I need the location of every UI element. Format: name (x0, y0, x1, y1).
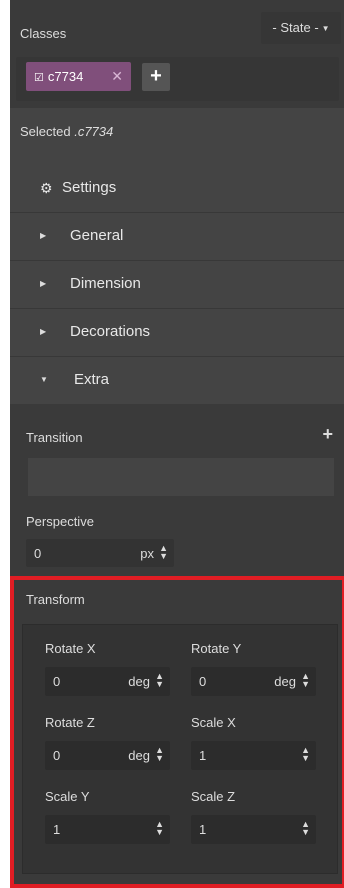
classes-title: Classes (20, 26, 67, 41)
rotate-x-unit[interactable]: deg (128, 674, 150, 689)
rotate-z-input[interactable]: 0 deg ▲ ▼ (45, 741, 170, 770)
scale-x-label: Scale X (191, 715, 236, 730)
scale-z-input[interactable]: 1 ▲ ▼ (191, 815, 316, 844)
selected-prefix: Selected (20, 124, 75, 139)
stepper-icon[interactable]: ▲ ▼ (301, 746, 310, 763)
rotate-x-value: 0 (53, 674, 61, 689)
transform-label: Transform (26, 592, 85, 607)
class-tag-label: c7734 (47, 69, 84, 84)
perspective-value: 0 (34, 546, 42, 561)
selected-name: .c7734 (74, 124, 114, 139)
stepper-icon[interactable]: ▲ ▼ (301, 672, 310, 689)
sector-decorations-label: Decorations (70, 323, 151, 340)
rotate-z-label: Rotate Z (45, 715, 95, 730)
stepper-icon[interactable]: ▲ ▼ (159, 544, 168, 561)
sector-extra-label: Extra (74, 371, 110, 388)
transform-layer: Rotate X 0 deg ▲ ▼ Rotate Y 0 deg ▲ ▼ Rota… (22, 624, 338, 874)
rotate-x-label: Rotate X (45, 641, 96, 656)
style-manager-panel: Classes - State - ▼ ☑ c7734 ✕ + Selected .… (10, 0, 344, 888)
classes-section: Classes - State - ▼ ☑ c7734 ✕ + (10, 0, 344, 108)
scale-z-label: Scale Z (191, 789, 236, 804)
scale-y-value: 1 (53, 822, 61, 837)
scale-x-value: 1 (199, 748, 207, 763)
add-class-button[interactable]: + (142, 63, 170, 91)
page-root: Classes - State - ▼ ☑ c7734 ✕ + Selected .… (0, 0, 344, 888)
arrow-right-icon: ▶ (40, 279, 47, 288)
scale-y-label: Scale Y (45, 789, 90, 804)
transform-property: Transform Rotate X 0 deg ▲ ▼ Rotate Y 0 d… (10, 576, 344, 888)
perspective-unit[interactable]: px (140, 546, 154, 561)
stepper-icon[interactable]: ▲ ▼ (155, 672, 164, 689)
sector-dimension[interactable]: ▶ Dimension (10, 260, 344, 306)
perspective-input[interactable]: 0 px ▲ ▼ (26, 539, 174, 567)
chevron-down-icon: ▼ (321, 23, 330, 33)
arrow-right-icon: ▶ (40, 327, 47, 336)
class-tag[interactable]: ☑ c7734 ✕ (26, 62, 131, 91)
transition-label: Transition (26, 430, 83, 445)
add-transition-button[interactable]: + (322, 424, 333, 445)
settings-label: Settings (62, 179, 117, 196)
sector-dimension-label: Dimension (70, 275, 141, 292)
rotate-y-input[interactable]: 0 deg ▲ ▼ (191, 667, 316, 696)
stepper-icon[interactable]: ▲ ▼ (301, 820, 310, 837)
rotate-y-label: Rotate Y (191, 641, 242, 656)
scale-x-input[interactable]: 1 ▲ ▼ (191, 741, 316, 770)
sector-general-label: General (70, 227, 124, 244)
close-icon[interactable]: ✕ (111, 62, 123, 91)
scale-y-input[interactable]: 1 ▲ ▼ (45, 815, 170, 844)
arrow-right-icon: ▶ (40, 231, 47, 240)
rotate-z-value: 0 (53, 748, 61, 763)
sector-decorations[interactable]: ▶ Decorations (10, 308, 344, 354)
perspective-label: Perspective (26, 514, 94, 529)
settings-header[interactable]: ⚙ Settings (10, 164, 344, 212)
arrow-down-icon: ▼ (40, 375, 48, 384)
stepper-icon[interactable]: ▲ ▼ (155, 746, 164, 763)
sector-general[interactable]: ▶ General (10, 212, 344, 258)
rotate-y-unit[interactable]: deg (274, 674, 296, 689)
state-select-label: - State - (272, 20, 319, 35)
gear-icon: ⚙ (40, 180, 53, 196)
sector-extra[interactable]: ▼ Extra (10, 356, 344, 402)
classes-container: ☑ c7734 ✕ + (16, 57, 339, 101)
checkbox-icon[interactable]: ☑ (34, 72, 44, 84)
stepper-icon[interactable]: ▲ ▼ (155, 820, 164, 837)
rotate-y-value: 0 (199, 674, 207, 689)
rotate-x-input[interactable]: 0 deg ▲ ▼ (45, 667, 170, 696)
selected-line: Selected .c7734 (20, 124, 113, 139)
rotate-z-unit[interactable]: deg (128, 748, 150, 763)
state-select[interactable]: - State - ▼ (261, 12, 341, 44)
transition-list (28, 458, 334, 496)
scale-z-value: 1 (199, 822, 207, 837)
